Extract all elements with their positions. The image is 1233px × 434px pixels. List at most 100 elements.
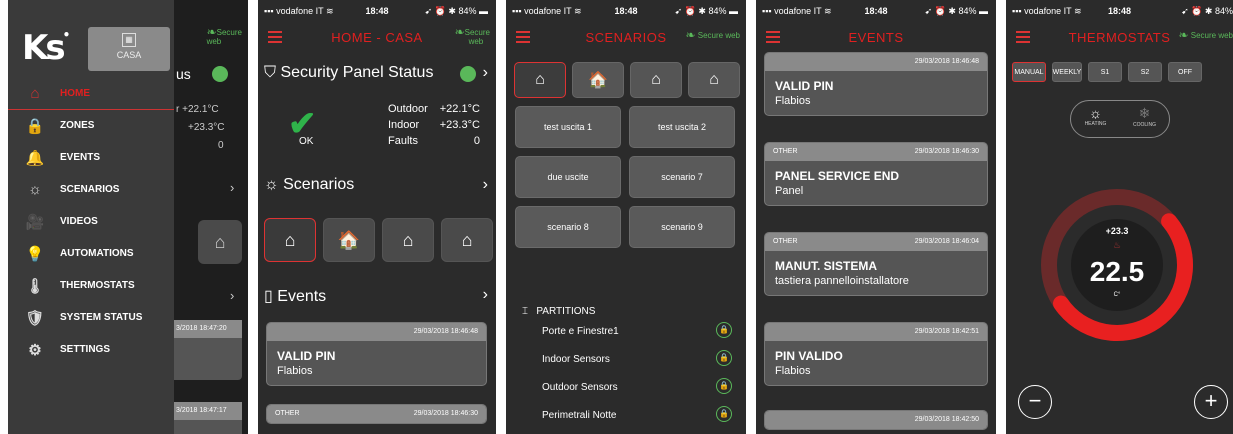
- lock-icon[interactable]: 🔒: [716, 322, 732, 338]
- scenario-button-home-outline[interactable]: ⌂: [514, 62, 566, 98]
- logo: Ks•: [22, 28, 70, 68]
- screen-scenarios: ▪▪▪ vodafone IT ≋ 18:48 ➹ ⏰ ✱ 84% ▬ SCEN…: [506, 0, 746, 434]
- event-card[interactable]: 29/03/2018 18:42:51 PIN VALIDO Flabios: [764, 322, 988, 386]
- partition-item[interactable]: Outdoor Sensors 🔒: [542, 378, 732, 394]
- scenario-buttons: ⌂ 🏠 ⌂ ⌂: [514, 62, 740, 98]
- secure-web-badge: ❧ Secure web: [685, 28, 740, 43]
- mode-button-s2[interactable]: S2: [1128, 62, 1162, 82]
- scenario-tile[interactable]: due uscite: [515, 156, 621, 198]
- status-bar: ▪▪▪ vodafone IT ≋ 18:48 ➹ ⏰ ✱ 84% ▬: [762, 6, 988, 16]
- battery-icon: ▬: [729, 6, 738, 16]
- partition-item[interactable]: Indoor Sensors 🔒: [542, 350, 732, 366]
- leaf-icon: ❧: [685, 28, 696, 43]
- sun-moon-icon: ☼: [28, 181, 42, 198]
- menu-item-automations[interactable]: 💡 AUTOMATIONS: [8, 238, 174, 270]
- scenario-tile[interactable]: scenario 8: [515, 206, 621, 248]
- menu-item-zones[interactable]: 🔒 ZONES: [8, 110, 174, 142]
- events-header[interactable]: ▯ Events ›: [264, 286, 490, 306]
- event-card[interactable]: OTHER 29/03/2018 18:46:04 MANUT. SISTEMA ta…: [764, 232, 988, 296]
- partition-item[interactable]: Perimetrali Notte 🔒: [542, 406, 732, 422]
- leaf-icon: ❧: [454, 25, 465, 40]
- secure-web-badge: ❧Secure web: [206, 25, 242, 47]
- door-icon: ▯: [264, 288, 273, 305]
- scenario-tile[interactable]: test uscita 2: [629, 106, 735, 148]
- event-card[interactable]: OTHER 29/03/2018 18:46:30: [266, 404, 487, 424]
- sun-icon: ☼: [1089, 105, 1102, 121]
- shield-check-icon: ⛉: [264, 64, 277, 81]
- menu-item-events[interactable]: 🔔 EVENTS: [8, 142, 174, 174]
- menu-item-thermostats[interactable]: 🌡 THERMOSTATS: [8, 270, 174, 302]
- partition-icon: ⌶: [522, 306, 528, 317]
- status-bar: ▪▪▪ vodafone IT ≋ 18:48 ➹ ⏰ ✱ 84% ▬: [512, 6, 738, 16]
- menu-item-scenarios[interactable]: ☼ SCENARIOS: [8, 174, 174, 206]
- scenario-button-home-partial[interactable]: ⌂: [630, 62, 682, 98]
- scenario-grid: test uscita 1 test uscita 2 due uscite scen…: [515, 106, 735, 248]
- partitions-header: ⌶ PARTITIONS: [522, 306, 596, 317]
- menu-item-home[interactable]: ⌂ HOME: [8, 78, 174, 110]
- security-panel-header[interactable]: ⛉ Security Panel Status ›: [264, 64, 490, 82]
- set-temperature: +23.3: [1105, 226, 1129, 236]
- scenario-button-home-lock[interactable]: ⌂: [688, 62, 740, 98]
- grid-icon: ▦: [122, 33, 136, 47]
- app-bar: SCENARIOS ❧ Secure web: [506, 22, 746, 52]
- scenario-tile[interactable]: test uscita 1: [515, 106, 621, 148]
- chevron-right-icon[interactable]: ›: [230, 288, 234, 303]
- scenario-button-home-lock[interactable]: ⌂: [441, 218, 493, 262]
- lock-icon[interactable]: 🔒: [716, 350, 732, 366]
- gear-icon: ⚙: [28, 341, 42, 359]
- flame-icon: ♨: [1112, 240, 1122, 250]
- cooling-option[interactable]: ❄ COOLING: [1120, 101, 1169, 137]
- chevron-right-icon[interactable]: ›: [230, 180, 234, 195]
- event-card[interactable]: 29/03/2018 18:46:48 VALID PIN Flabios: [266, 322, 487, 386]
- partition-item[interactable]: Porte e Finestre1 🔒: [542, 322, 732, 338]
- scenarios-header[interactable]: ☼ Scenarios ›: [264, 176, 490, 194]
- lock-icon[interactable]: 🔒: [716, 406, 732, 422]
- mode-button-weekly[interactable]: WEEKLY: [1052, 62, 1082, 82]
- lock-icon[interactable]: 🔒: [716, 378, 732, 394]
- page-title: EVENTS: [848, 30, 904, 45]
- sun-moon-icon: ☼: [264, 176, 279, 193]
- mode-button-off[interactable]: OFF: [1168, 62, 1202, 82]
- menu-item-settings[interactable]: ⚙ SETTINGS: [8, 334, 174, 366]
- scenario-tile[interactable]: scenario 9: [629, 206, 735, 248]
- menu-item-system-status[interactable]: 🛡 SYSTEM STATUS: [8, 302, 174, 334]
- mode-button-manual[interactable]: MANUAL: [1012, 62, 1046, 82]
- battery-icon: ▬: [979, 6, 988, 16]
- scenario-button-home-filled[interactable]: 🏠: [323, 218, 375, 262]
- app-bar: HOME - CASA ❧Secure web: [258, 22, 496, 52]
- event-card[interactable]: 29/03/2018 18:46:48 VALID PIN Flabios: [764, 52, 988, 116]
- bell-icon: 🔔: [25, 149, 45, 167]
- side-drawer: Ks• ▦ CASA ⌂ HOME 🔒 ZONES 🔔 EVENTS ☼ SCENARIOS 🎥…: [8, 0, 174, 434]
- chevron-right-icon: ›: [482, 176, 488, 193]
- decrease-button[interactable]: −: [1018, 385, 1052, 419]
- chevron-right-icon: ›: [482, 286, 488, 303]
- peek-title: us: [176, 66, 191, 82]
- shield-icon: 🛡: [25, 309, 45, 327]
- menu-item-videos[interactable]: 🎥 VIDEOS: [8, 206, 174, 238]
- scenario-button-home-filled[interactable]: 🏠: [572, 62, 624, 98]
- casa-button[interactable]: ▦ CASA: [88, 27, 170, 71]
- peek-zero: 0: [218, 140, 224, 151]
- screen-menu-drawer: ❧Secure web us r +22.1°C +23.3°C 0 › ⌂ › …: [8, 0, 248, 434]
- screen-thermostats: ▪▪▪ vodafone IT ≋ 18:48 ➹ ⏰ ✱ 84% THERMO…: [1006, 0, 1233, 434]
- scenario-button-home-partial[interactable]: ⌂: [382, 218, 434, 262]
- app-bar: THERMOSTATS ❧ Secure web: [1006, 22, 1233, 52]
- scenario-tile[interactable]: scenario 7: [629, 156, 735, 198]
- event-card-peek: 3/2018 18:47:17: [174, 402, 242, 434]
- mode-button-s1[interactable]: S1: [1088, 62, 1122, 82]
- secure-web-badge: ❧ Secure web: [1178, 28, 1233, 43]
- scenario-button-peek[interactable]: ⌂: [198, 220, 242, 264]
- ok-label: OK: [299, 136, 314, 147]
- screen-home: ▪▪▪ vodafone IT ≋ 18:48 ➹ ⏰ ✱ 84% ▬ HOME…: [258, 0, 496, 434]
- snowflake-icon: ❄: [1138, 105, 1151, 121]
- event-card[interactable]: OTHER 29/03/2018 18:46:30 PANEL SERVICE EN…: [764, 142, 988, 206]
- heating-option[interactable]: ☼ HEATING: [1071, 101, 1120, 137]
- scenario-button-home-outline[interactable]: ⌂: [264, 218, 316, 262]
- chevron-right-icon: ›: [482, 64, 488, 81]
- background-peek: ❧Secure web us r +22.1°C +23.3°C 0 › ⌂ › …: [174, 0, 248, 434]
- heating-cooling-toggle[interactable]: ☼ HEATING ❄ COOLING: [1070, 100, 1170, 138]
- lock-icon: 🔒: [25, 117, 45, 135]
- event-card[interactable]: 29/03/2018 18:42:50: [764, 410, 988, 430]
- increase-button[interactable]: +: [1194, 385, 1228, 419]
- peek-temp1: r +22.1°C: [176, 104, 219, 115]
